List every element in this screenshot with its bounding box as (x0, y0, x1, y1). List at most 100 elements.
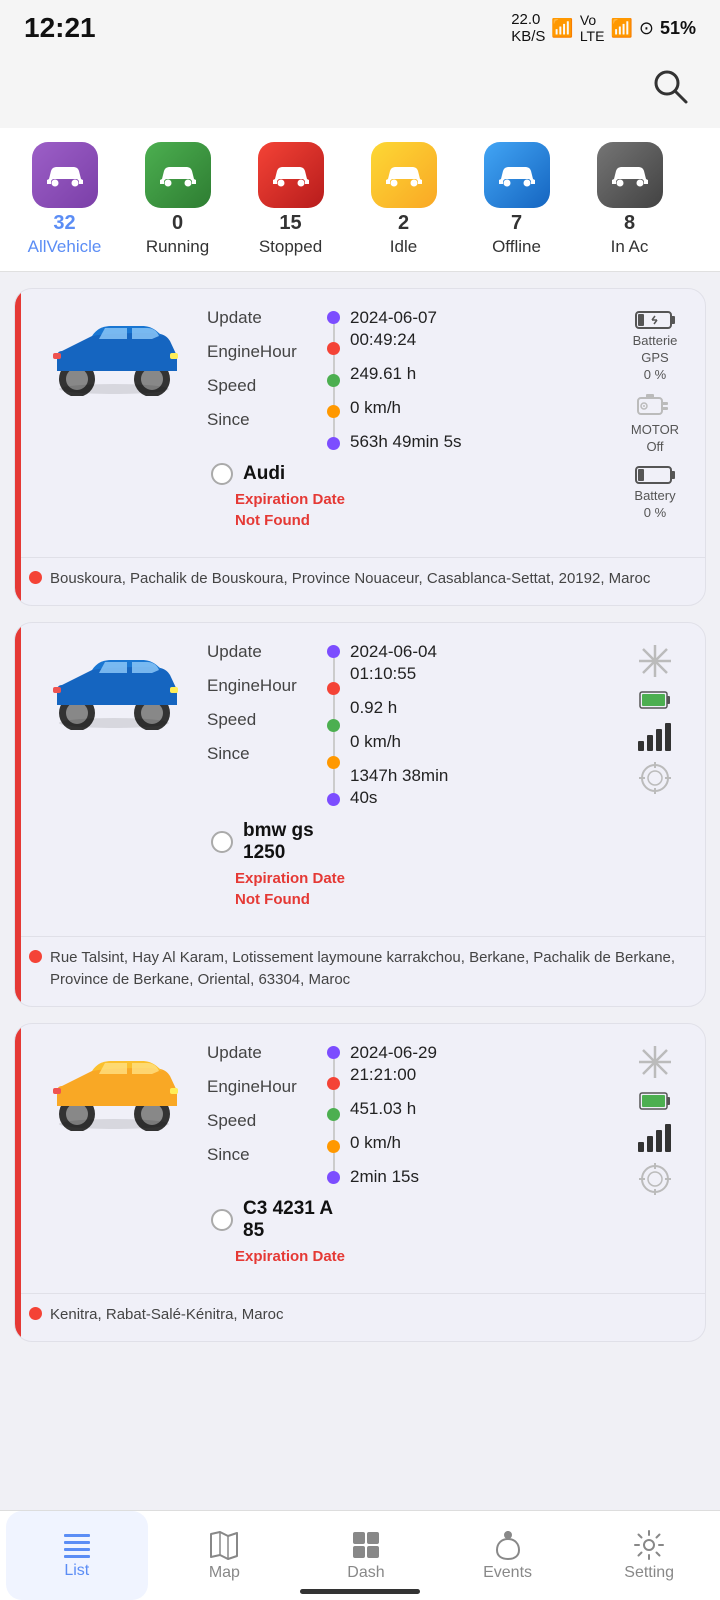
vehicle-list: Update EngineHour Speed Since (0, 272, 720, 1358)
home-indicator (300, 1589, 420, 1594)
dot3-bmw (327, 719, 340, 732)
vehicle-name-row-bmw: bmw gs1250 (207, 820, 609, 864)
update-label: Update (207, 307, 317, 329)
info-rows: Update EngineHour Speed Since (207, 307, 609, 453)
dot1-c3 (327, 1046, 340, 1059)
nav-events[interactable]: Events (437, 1511, 579, 1600)
signal-strength-icon-c3 (637, 1122, 673, 1152)
search-bar (0, 52, 720, 128)
since-value-bmw: 1347h 38min40s (350, 765, 609, 809)
card-info-bmw: Update EngineHour Speed Since (207, 641, 609, 914)
status-bar: 12:21 22.0KB/S 📶 VoLTE 📶 ⊙ 51% (0, 0, 720, 52)
batterie-value: 0 % (644, 367, 666, 382)
card-location-c3: Kenitra, Rabat-Salé-Kénitra, Maroc (15, 1293, 705, 1341)
vehicle-card-c3[interactable]: Update EngineHour Speed Since (14, 1023, 706, 1342)
speed-value-bmw: 0 km/h (350, 731, 609, 753)
info-timeline-bmw (327, 641, 340, 810)
signal-strength-icon-item (637, 721, 673, 751)
car-image-audi (37, 307, 197, 535)
status-time: 12:21 (24, 12, 96, 44)
info-rows-bmw: Update EngineHour Speed Since (207, 641, 609, 810)
line3-c3 (333, 1121, 335, 1139)
info-labels-c3: Update EngineHour Speed Since (207, 1042, 317, 1188)
card-expiry-bmw: Expiration DateNot Found (221, 864, 609, 914)
card-accent-bar (15, 289, 21, 605)
batterie-icon (635, 309, 675, 331)
car-image-bmw (37, 641, 197, 914)
card-right-icons-bmw (619, 641, 691, 914)
dot-extra (327, 437, 340, 450)
since-label: Since (207, 409, 317, 431)
batterie-icon-item: Batterie GPS 0 % (633, 309, 678, 382)
vehicle-radio-bmw[interactable] (211, 831, 233, 853)
speed-value-c3: 0 km/h (350, 1132, 609, 1154)
card-accent-bar-c3 (15, 1024, 21, 1341)
card-info-c3: Update EngineHour Speed Since (207, 1042, 609, 1271)
info-timeline-c3 (327, 1042, 340, 1188)
info-labels-bmw: Update EngineHour Speed Since (207, 641, 317, 810)
events-nav-icon (494, 1530, 522, 1560)
tab-inac-count: 8 (624, 212, 635, 235)
nav-dash[interactable]: Dash (295, 1511, 437, 1600)
target-icon-c3 (638, 1162, 672, 1196)
gps-label: GPS (641, 350, 668, 365)
location-dot-bmw (29, 950, 42, 963)
tab-stopped[interactable]: 15 Stopped (238, 138, 343, 261)
tab-running-count: 0 (172, 212, 183, 235)
info-timeline (327, 307, 340, 453)
battery-green-icon-c3 (639, 1090, 671, 1112)
expiry-text: Expiration DateNot Found (235, 491, 345, 529)
signal-strength-icon-item-c3 (637, 1122, 673, 1152)
vehicle-radio[interactable] (211, 463, 233, 485)
wifi-icon: 📶 (551, 18, 573, 39)
lte-icon: VoLTE (580, 12, 605, 44)
dot5-bmw (327, 793, 340, 806)
dot-speed (327, 374, 340, 387)
target-icon-item-c3 (638, 1162, 672, 1196)
line1-bmw (333, 658, 335, 682)
battery-icon: ⊙ (639, 18, 654, 39)
bottom-navigation: List Map Dash Events Setting (0, 1510, 720, 1600)
target-icon (638, 761, 672, 795)
dot-update (327, 311, 340, 324)
enginehour-label-c3: EngineHour (207, 1076, 317, 1098)
search-icon (650, 66, 690, 106)
tab-idle[interactable]: 2 Idle (351, 138, 456, 261)
card-accent-bar-bmw (15, 623, 21, 1006)
vehicle-card-audi[interactable]: Update EngineHour Speed Since (14, 288, 706, 606)
dot3-c3 (327, 1108, 340, 1121)
vehicle-card-bmw[interactable]: Update EngineHour Speed Since (14, 622, 706, 1007)
events-nav-label: Events (483, 1564, 532, 1582)
expiry-text-c3: Expiration Date (235, 1248, 345, 1265)
info-values: 2024-06-0700:49:24 249.61 h 0 km/h 563h … (350, 307, 609, 453)
nav-map[interactable]: Map (154, 1511, 296, 1600)
info-rows-c3: Update EngineHour Speed Since (207, 1042, 609, 1188)
nav-setting[interactable]: Setting (578, 1511, 720, 1600)
map-nav-icon (209, 1530, 239, 1560)
vehicle-name-row-c3: C3 4231 A85 (207, 1198, 609, 1242)
tab-all-label: AllVehicle (28, 237, 102, 257)
tab-all-vehicle[interactable]: 32 AllVehicle (12, 138, 117, 261)
nav-list[interactable]: List (6, 1511, 148, 1600)
battery2-value: 0 % (644, 505, 666, 520)
location-text-bmw: Rue Talsint, Hay Al Karam, Lotissement l… (50, 947, 691, 992)
update-label-bmw: Update (207, 641, 317, 663)
snowflake-icon-c3 (637, 1044, 673, 1080)
update-label-c3: Update (207, 1042, 317, 1064)
dot2-bmw (327, 682, 340, 695)
tab-running[interactable]: 0 Running (125, 138, 230, 261)
vehicle-name-bmw: bmw gs1250 (243, 820, 314, 864)
location-dot-c3 (29, 1307, 42, 1320)
dash-nav-icon (351, 1530, 381, 1560)
vehicle-radio-c3[interactable] (211, 1209, 233, 1231)
card-info-audi: Update EngineHour Speed Since (207, 307, 609, 535)
line1-c3 (333, 1059, 335, 1077)
card-expiry-c3: Expiration Date (221, 1242, 609, 1271)
line4-c3 (333, 1153, 335, 1171)
tab-inac[interactable]: 8 In Ac (577, 138, 682, 261)
dot4-c3 (327, 1140, 340, 1153)
search-button[interactable] (644, 60, 696, 112)
since-value: 563h 49min 5s (350, 431, 609, 453)
tab-offline[interactable]: 7 Offline (464, 138, 569, 261)
filter-tabs: 32 AllVehicle 0 Running 15 Stopped 2 Idl… (0, 128, 720, 272)
